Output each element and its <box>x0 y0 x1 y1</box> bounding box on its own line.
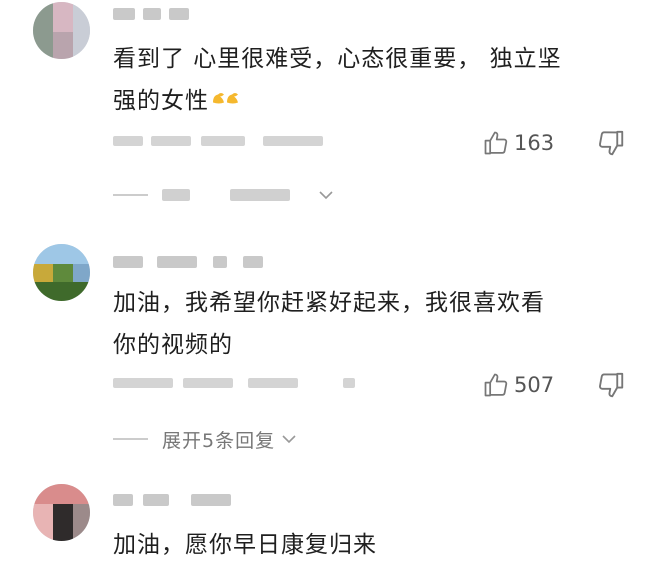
avatar[interactable] <box>33 2 90 59</box>
expand-replies-button[interactable] <box>113 180 336 210</box>
thumbs-up-icon <box>484 131 508 155</box>
username-blurred[interactable] <box>113 8 193 20</box>
expand-replies-label: 展开5条回复 <box>162 429 276 452</box>
comment-text-line: 强的女性 <box>113 80 633 122</box>
comment-meta-blurred <box>113 378 363 388</box>
comment-text: 加油，我希望你赶紧好起来，我很喜欢看 你的视频的 <box>113 282 633 366</box>
divider-line <box>113 194 148 196</box>
expand-replies-button[interactable]: 展开5条回复 <box>113 424 299 454</box>
avatar[interactable] <box>33 484 90 541</box>
reply-label-blurred <box>162 189 312 201</box>
comment-meta-blurred <box>113 136 363 146</box>
comment-text-line: 你的视频的 <box>113 332 233 358</box>
like-button[interactable]: 163 <box>482 128 554 158</box>
comment-text-line: 加油，愿你早日康复归来 <box>113 532 377 558</box>
like-button[interactable]: 507 <box>482 370 554 400</box>
flexed-biceps-emoji-icon <box>213 93 238 104</box>
comment-text-line: 看到了 心里很难受，心态很重要， 独立坚 <box>113 46 562 72</box>
thumbs-down-icon[interactable] <box>596 370 626 400</box>
chevron-down-icon <box>319 191 333 200</box>
comment-text: 加油，愿你早日康复归来 <box>113 524 633 566</box>
like-count: 163 <box>514 131 555 155</box>
username-blurred[interactable] <box>113 494 233 506</box>
avatar[interactable] <box>33 244 90 301</box>
comment-text: 看到了 心里很难受，心态很重要， 独立坚 强的女性 <box>113 38 633 122</box>
comment-text-line: 加油，我希望你赶紧好起来，我很喜欢看 <box>113 290 545 316</box>
username-blurred[interactable] <box>113 256 273 268</box>
thumbs-up-icon <box>484 373 508 397</box>
chevron-down-icon <box>282 435 296 444</box>
divider-line <box>113 438 148 440</box>
thumbs-down-icon[interactable] <box>596 128 626 158</box>
like-count: 507 <box>514 373 555 397</box>
